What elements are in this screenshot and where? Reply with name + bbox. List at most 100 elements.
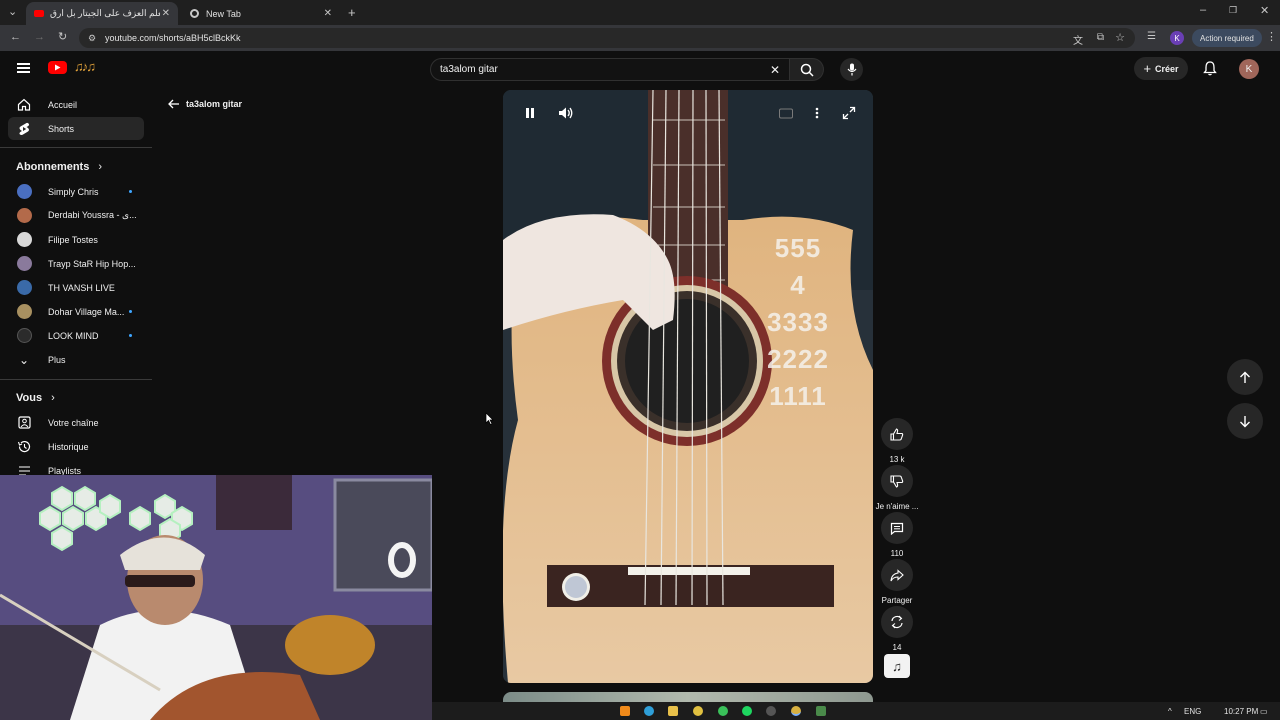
webcam-overlay (0, 475, 432, 720)
remix-button[interactable] (881, 606, 913, 638)
expand-icon (842, 106, 856, 120)
dislike-action: Je n'aime ... (876, 465, 918, 511)
windows-taskbar: ^ ENG 10:27 PM ▭ (432, 702, 1280, 720)
tab-close-icon[interactable]: ✕ (324, 8, 332, 19)
sidebar-item-label: Historique (48, 441, 89, 452)
like-count: 13 k (889, 455, 905, 464)
browser-toolbar: ← → ↻ ⚙ youtube.com/shorts/aBH5clBckKk 文… (0, 25, 1280, 51)
chrome-active-icon[interactable] (791, 706, 801, 716)
you-heading[interactable]: Vous › (16, 392, 55, 404)
chrome-icon[interactable] (693, 706, 703, 716)
sidebar-item-derdabi-youssra[interactable]: Derdabi Youssra - ى... (8, 204, 144, 227)
subscriptions-heading[interactable]: Abonnements › (16, 161, 102, 173)
dislike-button[interactable] (881, 465, 913, 497)
search-icon (800, 63, 814, 77)
search-input[interactable]: ta3alom gitar ✕ (430, 58, 790, 81)
close-window-icon[interactable]: ✕ (1260, 6, 1269, 17)
search-button[interactable] (790, 58, 824, 81)
sidebar-item-plus[interactable]: ⌄ Plus (8, 348, 144, 371)
fret-numbers-overlay: 555 4 3333 2222 1111 (753, 230, 843, 415)
bookmark-star-icon[interactable]: ☆ (1115, 31, 1125, 44)
whatsapp-icon[interactable] (718, 706, 728, 716)
tab-close-icon[interactable]: ✕ (162, 8, 170, 19)
volume-icon (559, 107, 573, 119)
back-arrow-icon[interactable]: ← (10, 32, 21, 43)
history-icon (8, 440, 40, 453)
sidebar-item-accueil[interactable]: Accueil (8, 93, 144, 116)
previous-short-button[interactable] (1227, 359, 1263, 395)
fret-number: 3333 (767, 307, 829, 337)
chrome-favicon-icon (190, 9, 199, 18)
restore-icon[interactable]: ❐ (1229, 6, 1237, 15)
clock[interactable]: 10:27 PM (1224, 707, 1258, 716)
youtube-logo[interactable] (48, 61, 67, 74)
site-info-icon[interactable]: ⚙ (88, 33, 96, 44)
share-button[interactable] (881, 559, 913, 591)
sidebar-item-trayp-star[interactable]: Trayp StaR Hip Hop... (8, 252, 144, 275)
tab-list-icon[interactable]: ⌄ (8, 7, 17, 18)
notifications-icon[interactable]: ▭ (1260, 707, 1268, 716)
play-triangle-icon (55, 64, 61, 71)
sidebar-item-shorts[interactable]: Shorts (8, 117, 144, 140)
create-button[interactable]: + Créer (1134, 57, 1188, 80)
reload-icon[interactable]: ↻ (58, 32, 67, 43)
channel-icon (8, 416, 40, 429)
action-required-button[interactable]: Action required (1192, 29, 1262, 47)
account-avatar[interactable]: K (1239, 59, 1259, 79)
tray-chevron-icon[interactable]: ^ (1168, 707, 1172, 716)
tab-search-icon[interactable]: ☰ (1147, 32, 1156, 42)
next-short-button[interactable] (1227, 403, 1263, 439)
forward-arrow-icon[interactable]: → (34, 32, 45, 43)
youtube-favicon-icon (34, 10, 44, 17)
comments-action: 110 (881, 512, 913, 558)
tab-title: تعلم العزف على الجيتار بل ارق (50, 8, 160, 18)
address-bar[interactable]: ⚙ youtube.com/shorts/aBH5clBckKk 文 ⧉ ☆ (79, 28, 1135, 48)
shorts-video-player[interactable]: 555 4 3333 2222 1111 (503, 90, 873, 683)
vlc-icon[interactable] (620, 706, 630, 716)
obs-icon[interactable] (766, 706, 776, 716)
sidebar-item-th-vansh-live[interactable]: TH VANSH LIVE (8, 276, 144, 299)
sidebar-item-votre-chaine[interactable]: Votre chaîne (8, 411, 144, 434)
chevron-down-icon: ⌄ (18, 352, 30, 367)
menu-kebab-icon[interactable]: ⋮ (1266, 32, 1277, 43)
sidebar-item-look-mind[interactable]: LOOK MIND (8, 324, 144, 347)
tab-active[interactable]: تعلم العزف على الجيتار بل ارق ✕ (26, 2, 178, 25)
hamburger-menu-icon[interactable] (17, 63, 30, 73)
like-action: 13 k (881, 418, 913, 464)
sidebar-item-filipe-tostes[interactable]: Filipe Tostes (8, 228, 144, 251)
profile-avatar[interactable]: K (1170, 31, 1184, 45)
edge-icon[interactable] (644, 706, 654, 716)
comments-button[interactable] (881, 512, 913, 544)
sidebar-item-simply-chris[interactable]: Simply Chris (8, 180, 144, 203)
url-text: youtube.com/shorts/aBH5clBckKk (105, 33, 241, 43)
sidebar-item-label: LOOK MIND (48, 330, 99, 341)
new-tab-icon[interactable]: + (348, 6, 356, 19)
file-explorer-icon[interactable] (668, 706, 678, 716)
minimize-icon[interactable]: – (1200, 5, 1206, 16)
new-content-dot (129, 334, 132, 337)
tab-new-tab[interactable]: New Tab ✕ (182, 2, 340, 25)
sound-thumbnail[interactable]: ♫ (884, 654, 910, 678)
language-indicator[interactable]: ENG (1184, 707, 1201, 716)
sidebar-item-historique[interactable]: Historique (8, 435, 144, 458)
app-icon[interactable] (816, 706, 826, 716)
avatar (16, 184, 32, 199)
clear-search-icon[interactable]: ✕ (770, 63, 780, 77)
browser-tab-bar: ⌄ تعلم العزف على الجيتار بل ارق ✕ New Ta… (0, 0, 1280, 25)
install-app-icon[interactable]: ⧉ (1097, 32, 1104, 43)
voice-search-button[interactable] (840, 58, 863, 81)
like-button[interactable] (881, 418, 913, 450)
sidebar-item-dohar-village[interactable]: Dohar Village Ma... (8, 300, 144, 323)
home-icon (8, 98, 40, 111)
translate-icon[interactable]: 文 (1073, 32, 1083, 47)
fret-number: 2222 (767, 344, 829, 374)
sidebar-item-label: Derdabi Youssra - ى... (48, 210, 137, 220)
notifications-bell-icon[interactable] (1203, 61, 1217, 81)
comment-icon (890, 522, 904, 535)
comment-count: 110 (890, 549, 904, 558)
back-to-search-link[interactable]: ta3alom gitar (168, 99, 242, 109)
sidebar-item-label: Dohar Village Ma... (48, 306, 125, 317)
avatar (16, 280, 32, 295)
spotify-icon[interactable] (742, 706, 752, 716)
profile-initial: K (1174, 33, 1180, 43)
